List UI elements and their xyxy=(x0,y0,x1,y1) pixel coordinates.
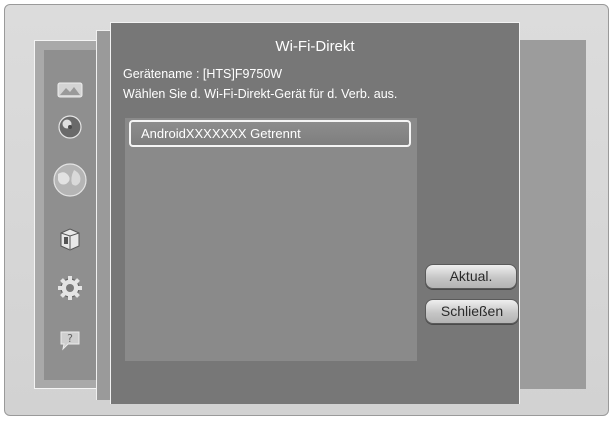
menu-panel-shadow xyxy=(96,30,110,400)
dialog-title: Wi-Fi-Direkt xyxy=(275,38,355,55)
box-icon[interactable] xyxy=(56,225,84,253)
device-list: AndroidXXXXXXX Getrennt xyxy=(125,118,417,361)
gear-icon[interactable] xyxy=(56,274,84,302)
help-icon[interactable]: ? xyxy=(56,326,84,354)
picture-icon[interactable] xyxy=(56,76,84,104)
disc-icon[interactable] xyxy=(56,113,84,141)
close-button[interactable]: Schließen xyxy=(425,299,519,324)
device-name-text: Gerätename : [HTS]F9750W xyxy=(123,67,283,81)
instruction-text: Wählen Sie d. Wi-Fi-Direkt-Gerät für d. … xyxy=(123,87,398,101)
list-item[interactable]: AndroidXXXXXXX Getrennt xyxy=(129,120,411,147)
svg-text:?: ? xyxy=(67,332,73,345)
wifi-direct-dialog: Wi-Fi-Direkt Gerätename : [HTS]F9750W Wä… xyxy=(110,22,520,404)
refresh-button[interactable]: Aktual. xyxy=(425,264,517,289)
menu-panel-right xyxy=(520,40,586,389)
globe-icon[interactable] xyxy=(50,160,90,200)
